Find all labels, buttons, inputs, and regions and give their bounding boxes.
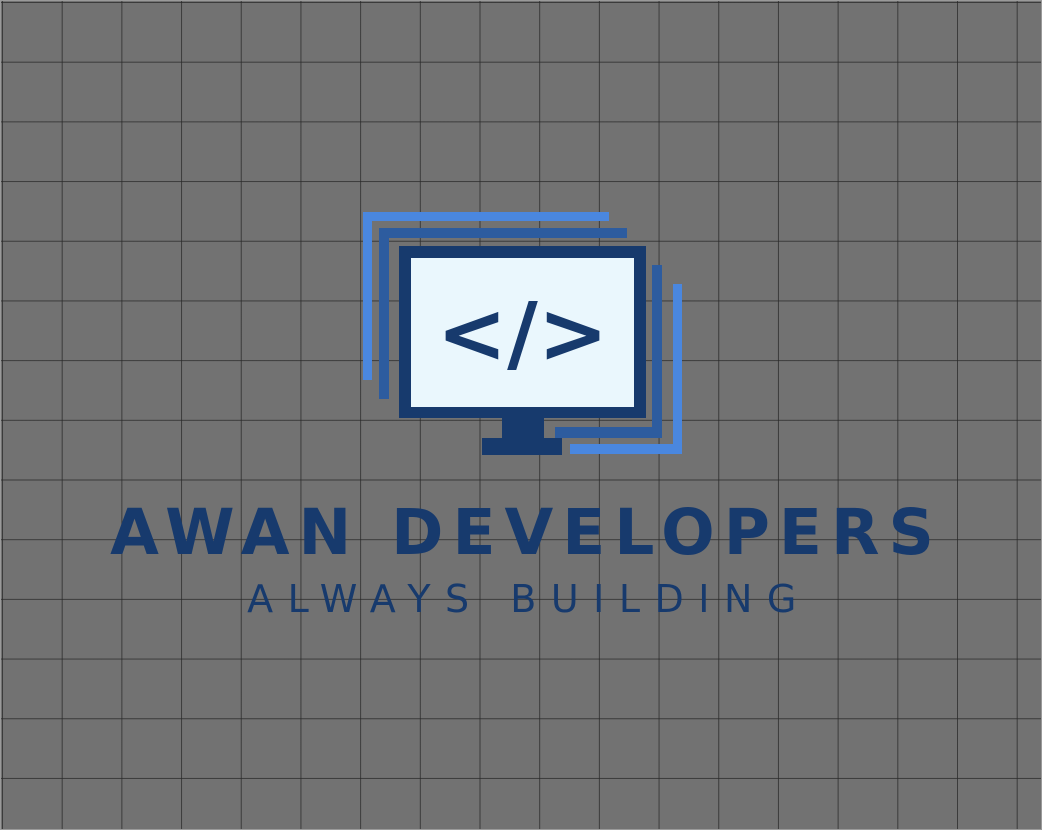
- back-frame-mid-top: [379, 228, 627, 238]
- back-frame-light-left: [363, 212, 372, 380]
- monitor-neck: [502, 418, 544, 440]
- back-frame-light-right: [673, 284, 682, 454]
- back-frame-mid-right: [652, 265, 662, 438]
- back-frame-light-bottom: [570, 444, 682, 454]
- back-frame-mid-bottom: [555, 427, 662, 438]
- monitor-base: [482, 438, 562, 455]
- back-frame-light-top: [363, 212, 609, 221]
- back-frame-mid-left: [379, 228, 389, 399]
- grid-background: </> AWAN DEVELOPERS ALWAYS BUILDING: [0, 0, 1042, 830]
- tagline: ALWAYS BUILDING: [247, 577, 811, 621]
- monitor-code-icon: </>: [363, 212, 682, 455]
- brand-name: AWAN DEVELOPERS: [110, 496, 943, 569]
- code-symbol: </>: [437, 284, 608, 382]
